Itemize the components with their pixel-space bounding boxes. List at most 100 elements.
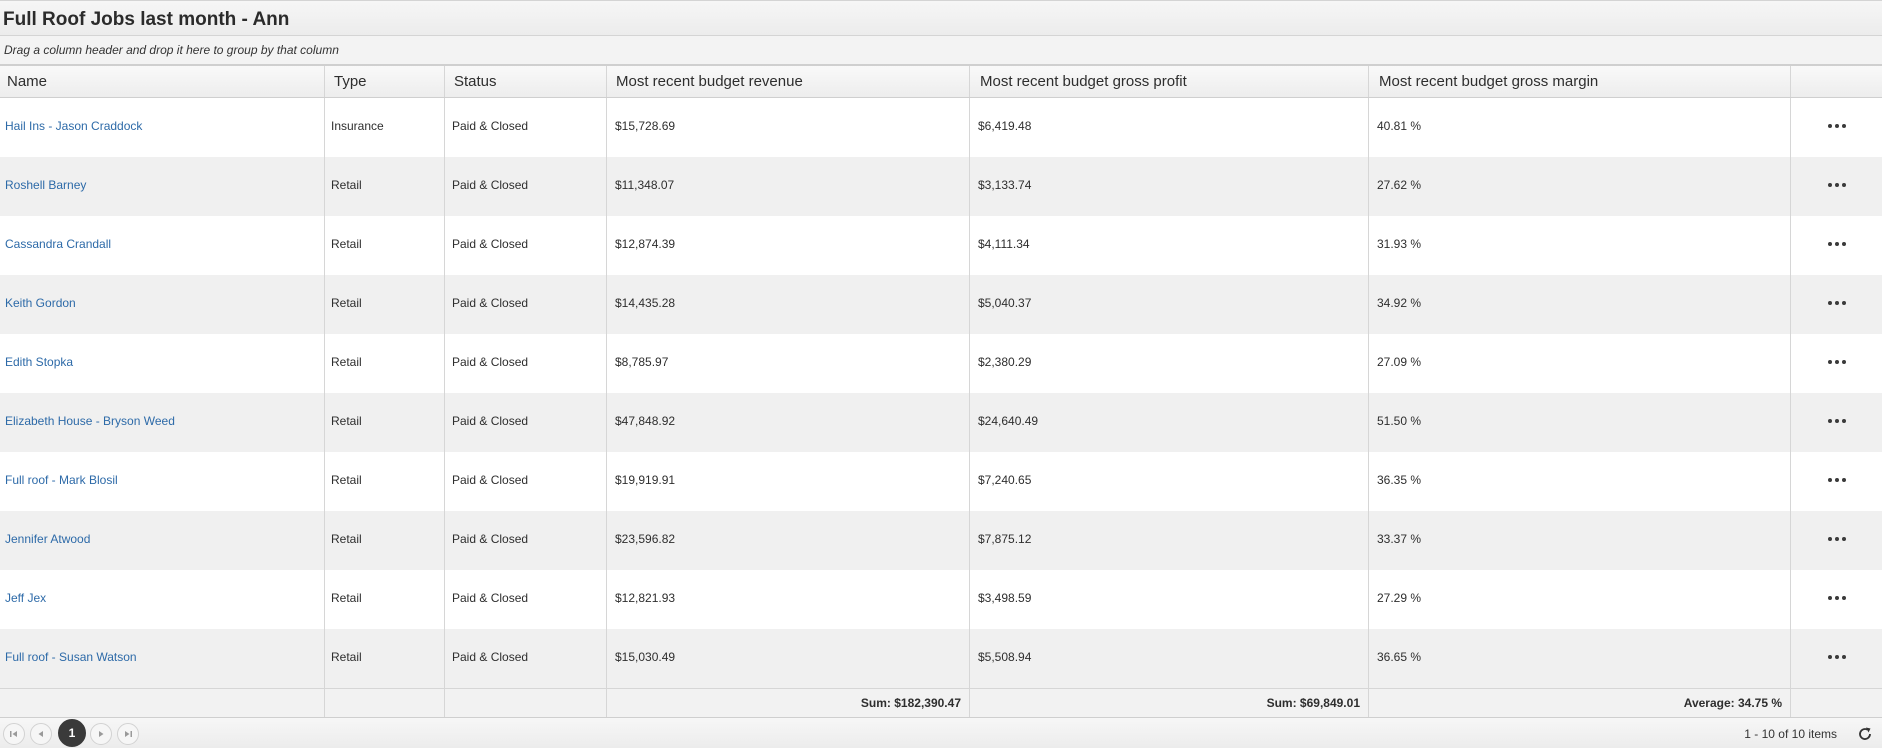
gross-profit-text: $7,240.65 [978,473,1032,487]
menu-dot [1841,655,1846,659]
group-hint-text: Drag a column header and drop it here to… [4,43,339,57]
revenue-text: $19,919.91 [615,473,676,487]
gross-margin-cell: 27.09 % [1369,334,1791,393]
menu-dot [1834,478,1839,482]
menu-dot [1834,537,1839,541]
column-header-gross-margin[interactable]: Most recent budget gross margin [1369,66,1791,97]
status-text: Paid & Closed [452,237,529,251]
job-name-link[interactable]: Roshell Barney [5,178,86,192]
menu-dot [1841,478,1846,482]
job-name-link[interactable]: Keith Gordon [5,296,76,310]
column-header-name[interactable]: Name [0,66,325,97]
revenue-text: $14,435.28 [615,296,676,310]
gross-margin-text: 31.93 % [1377,237,1422,251]
type-text: Retail [331,473,362,487]
column-header-gross-profit[interactable]: Most recent budget gross profit [970,66,1369,97]
column-header-actions [1791,66,1882,97]
job-name-link[interactable]: Jeff Jex [5,591,46,605]
type-text: Retail [331,414,362,428]
more-horizontal-icon[interactable] [1827,537,1846,541]
gross-margin-cell: 34.92 % [1369,275,1791,334]
column-header-status[interactable]: Status [445,66,607,97]
grid-title-bar: Full Roof Jobs last month - Ann [0,0,1882,36]
menu-dot [1827,301,1832,305]
job-name-link[interactable]: Full roof - Susan Watson [5,650,137,664]
revenue-cell: $15,030.49 [607,629,970,688]
gross-margin-text: 36.35 % [1377,473,1422,487]
name-cell: Jennifer Atwood [0,511,325,570]
job-name-link[interactable]: Jennifer Atwood [5,532,90,546]
more-horizontal-icon[interactable] [1827,183,1846,187]
more-horizontal-icon[interactable] [1827,242,1846,246]
gross-margin-text: 40.81 % [1377,119,1422,133]
name-cell: Roshell Barney [0,157,325,216]
revenue-cell: $12,821.93 [607,570,970,629]
prev-page-glyph [38,731,43,737]
gross-margin-cell: 36.65 % [1369,629,1791,688]
job-name-link[interactable]: Full roof - Mark Blosil [5,473,118,487]
last-page-icon[interactable] [117,723,139,745]
type-cell: Retail [325,275,445,334]
job-name-link[interactable]: Elizabeth House - Bryson Weed [5,414,175,428]
more-horizontal-icon[interactable] [1827,478,1846,482]
refresh-icon[interactable] [1856,725,1874,743]
type-cell: Retail [325,570,445,629]
actions-cell [1791,275,1882,334]
name-cell: Edith Stopka [0,334,325,393]
revenue-text: $15,728.69 [615,119,676,133]
type-text: Retail [331,532,362,546]
actions-cell [1791,98,1882,157]
table-row: Cassandra Crandall Retail Paid & Closed $12… [0,216,1882,275]
table-row: Jennifer Atwood Retail Paid & Closed $23,59… [0,511,1882,570]
more-horizontal-icon[interactable] [1827,124,1846,128]
footer-cell-actions [1791,689,1882,717]
gross-margin-text: 51.50 % [1377,414,1422,428]
gross-profit-cell: $7,875.12 [970,511,1369,570]
type-text: Retail [331,591,362,605]
prev-page-icon[interactable] [30,723,52,745]
menu-dot [1841,301,1846,305]
revenue-cell: $12,874.39 [607,216,970,275]
jobs-grid: Name Type Status Most recent budget reve… [0,65,1882,717]
status-text: Paid & Closed [452,178,529,192]
column-header-revenue[interactable]: Most recent budget revenue [607,66,970,97]
gross-profit-text: $24,640.49 [978,414,1039,428]
more-horizontal-icon[interactable] [1827,301,1846,305]
revenue-cell: $11,348.07 [607,157,970,216]
group-drop-panel[interactable]: Drag a column header and drop it here to… [0,36,1882,65]
more-horizontal-icon[interactable] [1827,655,1846,659]
job-name-link[interactable]: Hail Ins - Jason Craddock [5,119,142,133]
status-cell: Paid & Closed [445,570,607,629]
current-page-button[interactable]: 1 [58,719,86,747]
revenue-text: $23,596.82 [615,532,676,546]
status-cell: Paid & Closed [445,393,607,452]
gross-profit-text: $7,875.12 [978,532,1032,546]
header-row: Name Type Status Most recent budget reve… [0,65,1882,98]
menu-dot [1827,419,1832,423]
menu-dot [1834,419,1839,423]
menu-dot [1834,183,1839,187]
actions-cell [1791,570,1882,629]
status-cell: Paid & Closed [445,216,607,275]
next-page-icon[interactable] [90,723,112,745]
menu-dot [1827,242,1832,246]
name-cell: Elizabeth House - Bryson Weed [0,393,325,452]
footer-cell-status [445,689,607,717]
more-horizontal-icon[interactable] [1827,419,1846,423]
column-header-type[interactable]: Type [325,66,445,97]
type-cell: Retail [325,393,445,452]
menu-dot [1834,360,1839,364]
more-horizontal-icon[interactable] [1827,360,1846,364]
first-page-icon[interactable] [3,723,25,745]
menu-dot [1841,183,1846,187]
gross-margin-cell: 33.37 % [1369,511,1791,570]
next-page-glyph [99,731,104,737]
name-cell: Hail Ins - Jason Craddock [0,98,325,157]
table-row: Jeff Jex Retail Paid & Closed $12,821.93 $3,… [0,570,1882,629]
job-name-link[interactable]: Edith Stopka [5,355,73,369]
revenue-sum: Sum: $182,390.47 [607,689,970,717]
menu-dot [1834,301,1839,305]
menu-dot [1827,537,1832,541]
more-horizontal-icon[interactable] [1827,596,1846,600]
job-name-link[interactable]: Cassandra Crandall [5,237,111,251]
